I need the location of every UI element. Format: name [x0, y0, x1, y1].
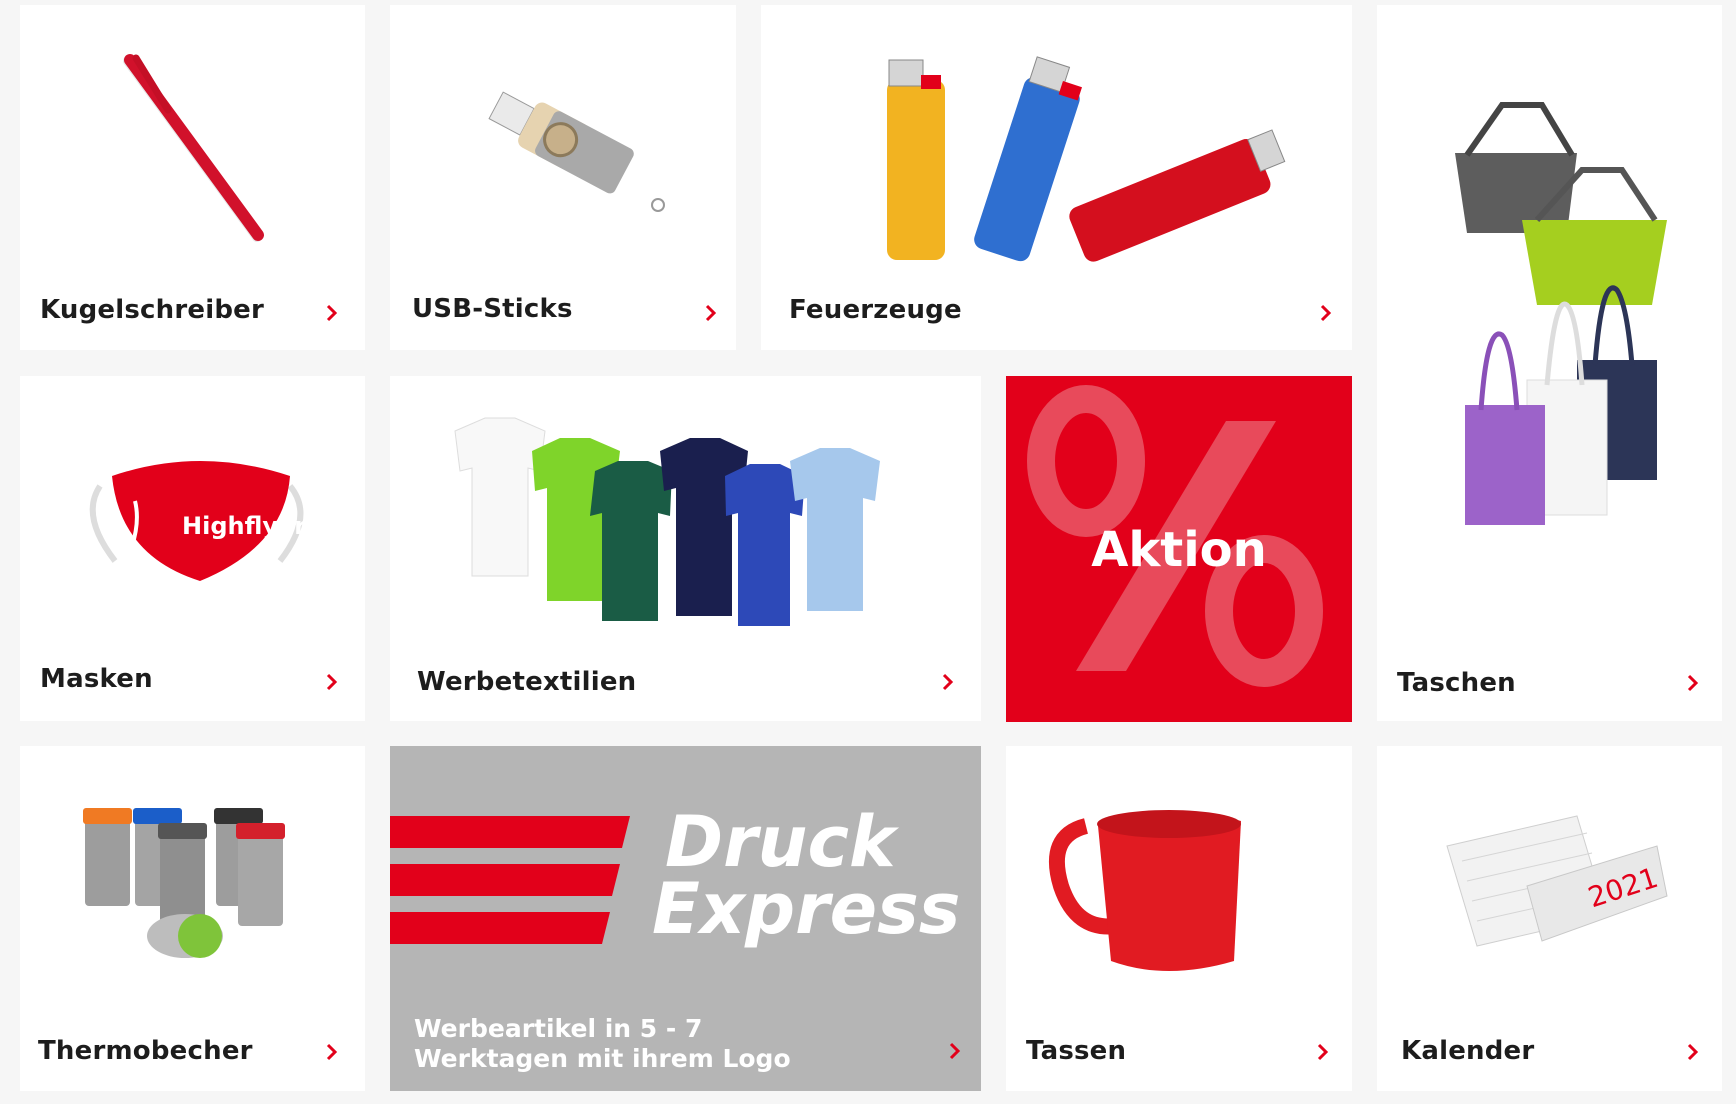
category-tile-usb-sticks[interactable]: USB-Sticks: [390, 5, 736, 350]
express-subtitle-line1: Werbeartikel in 5 - 7: [414, 1014, 703, 1043]
category-tile-taschen[interactable]: Taschen: [1377, 5, 1722, 721]
category-tile-kugelschreiber[interactable]: Kugelschreiber: [20, 5, 365, 350]
thermocups-image: [83, 808, 285, 958]
chevron-right-icon: [949, 1042, 961, 1060]
category-tile-kalender[interactable]: 2021 Kalender: [1377, 746, 1722, 1091]
tshirts-image: [454, 417, 880, 626]
tile-label: Tassen: [1026, 1036, 1127, 1066]
lighters-image: [887, 56, 1286, 262]
tile-label: Thermobecher: [38, 1036, 253, 1066]
tile-label: Kalender: [1401, 1036, 1535, 1066]
express-subtitle-line2: Werktagen mit ihrem Logo: [414, 1044, 791, 1073]
usb-stick-image: [488, 91, 665, 212]
bags-image: [1455, 102, 1667, 525]
tile-label: Feuerzeuge: [789, 295, 962, 325]
chevron-right-icon: [1687, 1043, 1699, 1061]
calendar-image: 2021: [1446, 815, 1668, 947]
category-tile-thermobecher[interactable]: Thermobecher: [20, 746, 365, 1091]
tile-label: Kugelschreiber: [40, 295, 264, 325]
pen-image: [123, 54, 264, 242]
category-tile-werbetextilien[interactable]: Werbetextilien: [390, 376, 981, 721]
druck-express-banner[interactable]: Druck Express Werbeartikel in 5 - 7 Werk…: [390, 746, 981, 1091]
tile-label: USB-Sticks: [412, 294, 573, 324]
chevron-right-icon: [1320, 304, 1332, 322]
chevron-right-icon: [1687, 674, 1699, 692]
aktion-label: Aktion: [1091, 522, 1267, 578]
chevron-right-icon: [326, 1043, 338, 1061]
chevron-right-icon: [942, 673, 954, 691]
chevron-right-icon: [326, 673, 338, 691]
tile-label: Werbetextilien: [417, 667, 637, 697]
chevron-right-icon: [705, 304, 717, 322]
category-tile-feuerzeuge[interactable]: Feuerzeuge: [761, 5, 1352, 350]
category-tile-aktion[interactable]: Aktion: [1006, 376, 1352, 722]
express-subtitle: Werbeartikel in 5 - 7 Werktagen mit ihre…: [414, 1014, 791, 1074]
mask-image: Highflyers: [89, 461, 320, 581]
category-tile-tassen[interactable]: Tassen: [1006, 746, 1352, 1091]
tile-label: Masken: [40, 664, 153, 694]
speed-stripes-icon: [390, 816, 630, 944]
chevron-right-icon: [326, 304, 338, 322]
category-tile-masken[interactable]: Highflyers Masken: [20, 376, 365, 721]
mask-text: Highflyers: [182, 512, 320, 540]
tile-label: Taschen: [1397, 668, 1516, 698]
chevron-right-icon: [1317, 1043, 1329, 1061]
express-brand-line2: Express: [652, 868, 961, 950]
mug-image: [1048, 810, 1241, 971]
